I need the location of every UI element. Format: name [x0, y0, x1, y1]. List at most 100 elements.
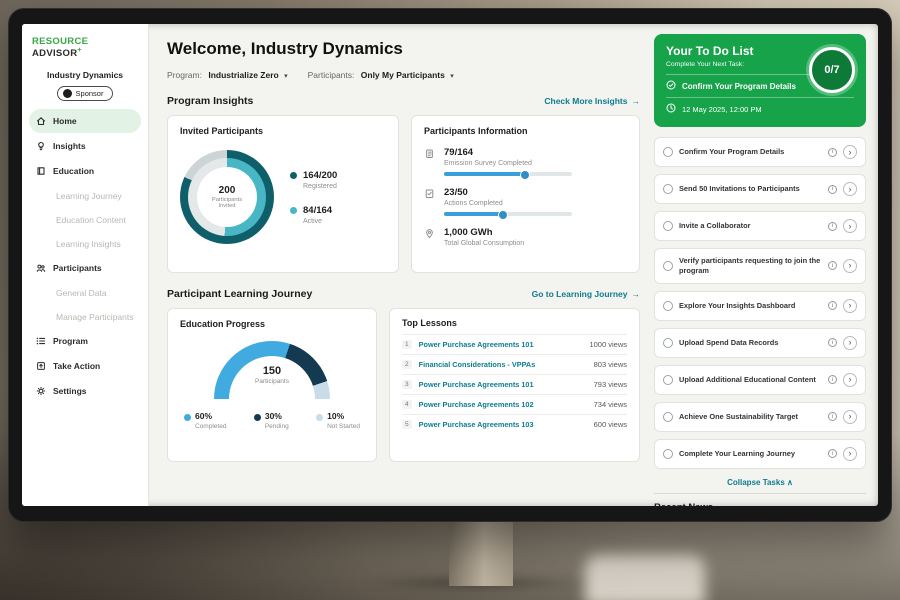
stat-global-consumption: 1,000 GWh Total Global Consumption	[424, 227, 627, 252]
section-title: Program Insights	[167, 95, 253, 107]
dashboard-screen: RESOURCE ADVISOR+ Industry Dynamics Spon…	[22, 24, 878, 506]
lesson-title-link[interactable]: Power Purchase Agreements 103	[419, 420, 587, 429]
legend-item-completed: 60% Completed	[184, 411, 226, 430]
task-checkbox[interactable]	[663, 375, 673, 385]
info-icon[interactable]: i	[828, 412, 837, 421]
card-title: Invited Participants	[180, 126, 386, 136]
participants-select[interactable]: Participants: Only My Participants ▾	[308, 70, 454, 80]
sidebar-item-label: Take Action	[53, 361, 100, 371]
info-icon[interactable]: i	[828, 148, 837, 157]
info-icon[interactable]: i	[828, 222, 837, 231]
sidebar-item-learning-journey[interactable]: Learning Journey	[29, 184, 141, 207]
legend-label: Not Started	[327, 423, 360, 430]
program-select[interactable]: Program: Industrialize Zero ▾	[167, 70, 288, 80]
chevron-right-icon[interactable]: ›	[843, 219, 857, 233]
sidebar-item-home[interactable]: Home	[29, 109, 141, 133]
sidebar-item-label: Insights	[53, 141, 86, 151]
lesson-row: 5 Power Purchase Agreements 103 600 view…	[402, 415, 627, 434]
stat-label: Actions Completed	[444, 200, 572, 207]
app-logo: RESOURCE ADVISOR+	[22, 24, 148, 61]
lesson-title-link[interactable]: Power Purchase Agreements 102	[419, 400, 587, 409]
lesson-title-link[interactable]: Power Purchase Agreements 101	[419, 340, 583, 349]
task-item[interactable]: Confirm Your Program Details i ›	[654, 137, 866, 167]
task-item[interactable]: Upload Additional Educational Content i …	[654, 365, 866, 395]
monitor-bezel: RESOURCE ADVISOR+ Industry Dynamics Spon…	[8, 8, 892, 522]
filter-bar: Program: Industrialize Zero ▾ Participan…	[167, 70, 640, 80]
sidebar-item-education[interactable]: Education	[29, 159, 141, 183]
task-checkbox[interactable]	[663, 449, 673, 459]
chevron-down-icon: ▾	[450, 73, 454, 80]
donut-center-label: Participants Invited	[207, 197, 247, 209]
chevron-right-icon[interactable]: ›	[843, 259, 857, 273]
lesson-title-link[interactable]: Financial Considerations - VPPAs	[419, 360, 587, 369]
task-label: Complete Your Learning Journey	[679, 449, 822, 459]
task-checkbox[interactable]	[663, 338, 673, 348]
info-icon[interactable]: i	[828, 375, 837, 384]
clock-icon	[666, 103, 676, 115]
chevron-right-icon[interactable]: ›	[843, 145, 857, 159]
info-icon[interactable]: i	[828, 261, 837, 270]
legend-item-registered: 164/200 Registered	[290, 170, 337, 190]
legend-dot	[184, 414, 191, 421]
task-item[interactable]: Verify participants requesting to join t…	[654, 248, 866, 284]
clipboard-icon	[424, 147, 436, 176]
education-progress-card: Education Progress 150 Participants 60% …	[167, 308, 377, 462]
participants-information-card: Participants Information 79/164 Emission…	[411, 115, 640, 273]
todo-card: Your To Do List Complete Your Next Task:…	[654, 34, 866, 127]
gauge-center-label: Participants	[214, 378, 330, 385]
go-to-learning-journey-link[interactable]: Go to Learning Journey→	[532, 289, 640, 299]
chevron-right-icon[interactable]: ›	[843, 447, 857, 461]
home-icon	[36, 116, 47, 126]
sidebar-item-insights[interactable]: Insights	[29, 134, 141, 158]
task-item[interactable]: Complete Your Learning Journey i ›	[654, 439, 866, 469]
task-item[interactable]: Send 50 Invitations to Participants i ›	[654, 174, 866, 204]
logo-plus: +	[77, 47, 81, 54]
collapse-tasks-link[interactable]: Collapse Tasks ∧	[654, 478, 866, 487]
legend-dot	[290, 172, 297, 179]
task-item[interactable]: Upload Spend Data Records i ›	[654, 328, 866, 358]
task-checkbox[interactable]	[663, 412, 673, 422]
chevron-right-icon[interactable]: ›	[843, 410, 857, 424]
task-item[interactable]: Explore Your Insights Dashboard i ›	[654, 291, 866, 321]
legend-label: Pending	[265, 423, 289, 430]
page-title: Welcome, Industry Dynamics	[167, 39, 640, 59]
info-icon[interactable]: i	[828, 301, 837, 310]
info-icon[interactable]: i	[828, 338, 837, 347]
chevron-right-icon[interactable]: ›	[843, 299, 857, 313]
lesson-title-link[interactable]: Power Purchase Agreements 101	[419, 380, 587, 389]
info-icon[interactable]: i	[828, 185, 837, 194]
chevron-right-icon[interactable]: ›	[843, 336, 857, 350]
sidebar-item-take-action[interactable]: Take Action	[29, 354, 141, 378]
sidebar-item-label: Program	[53, 336, 88, 346]
sidebar-item-label: Education	[53, 166, 94, 176]
check-more-insights-link[interactable]: Check More Insights→	[544, 96, 640, 106]
sidebar-item-learning-insights[interactable]: Learning Insights	[29, 232, 141, 255]
sponsor-badge[interactable]: Sponsor	[57, 86, 114, 101]
sidebar-item-manage-participants[interactable]: Manage Participants	[29, 305, 141, 328]
legend-value: 164/200	[303, 170, 337, 181]
task-checkbox[interactable]	[663, 221, 673, 231]
sidebar-item-settings[interactable]: Settings	[29, 379, 141, 403]
collapse-label: Collapse Tasks	[727, 478, 785, 487]
task-item[interactable]: Achieve One Sustainability Target i ›	[654, 402, 866, 432]
info-icon[interactable]: i	[828, 449, 837, 458]
stat-value: 1,000 GWh	[444, 227, 524, 238]
sidebar-item-general-data[interactable]: General Data	[29, 281, 141, 304]
pin-icon	[424, 227, 436, 252]
task-checkbox[interactable]	[663, 261, 673, 271]
task-label: Invite a Collaborator	[679, 221, 822, 231]
legend-label: Active	[303, 218, 332, 225]
monitor-stand	[449, 520, 513, 586]
progress-fill	[444, 172, 527, 176]
task-checkbox[interactable]	[663, 147, 673, 157]
sidebar-item-participants[interactable]: Participants	[29, 256, 141, 280]
task-item[interactable]: Invite a Collaborator i ›	[654, 211, 866, 241]
task-checkbox[interactable]	[663, 301, 673, 311]
sidebar-item-education-content[interactable]: Education Content	[29, 208, 141, 231]
chevron-right-icon[interactable]: ›	[843, 182, 857, 196]
sidebar-item-program[interactable]: Program	[29, 329, 141, 353]
chevron-right-icon[interactable]: ›	[843, 373, 857, 387]
lesson-rank: 1	[402, 340, 412, 349]
legend-item-not-started: 10% Not Started	[316, 411, 360, 430]
task-checkbox[interactable]	[663, 184, 673, 194]
